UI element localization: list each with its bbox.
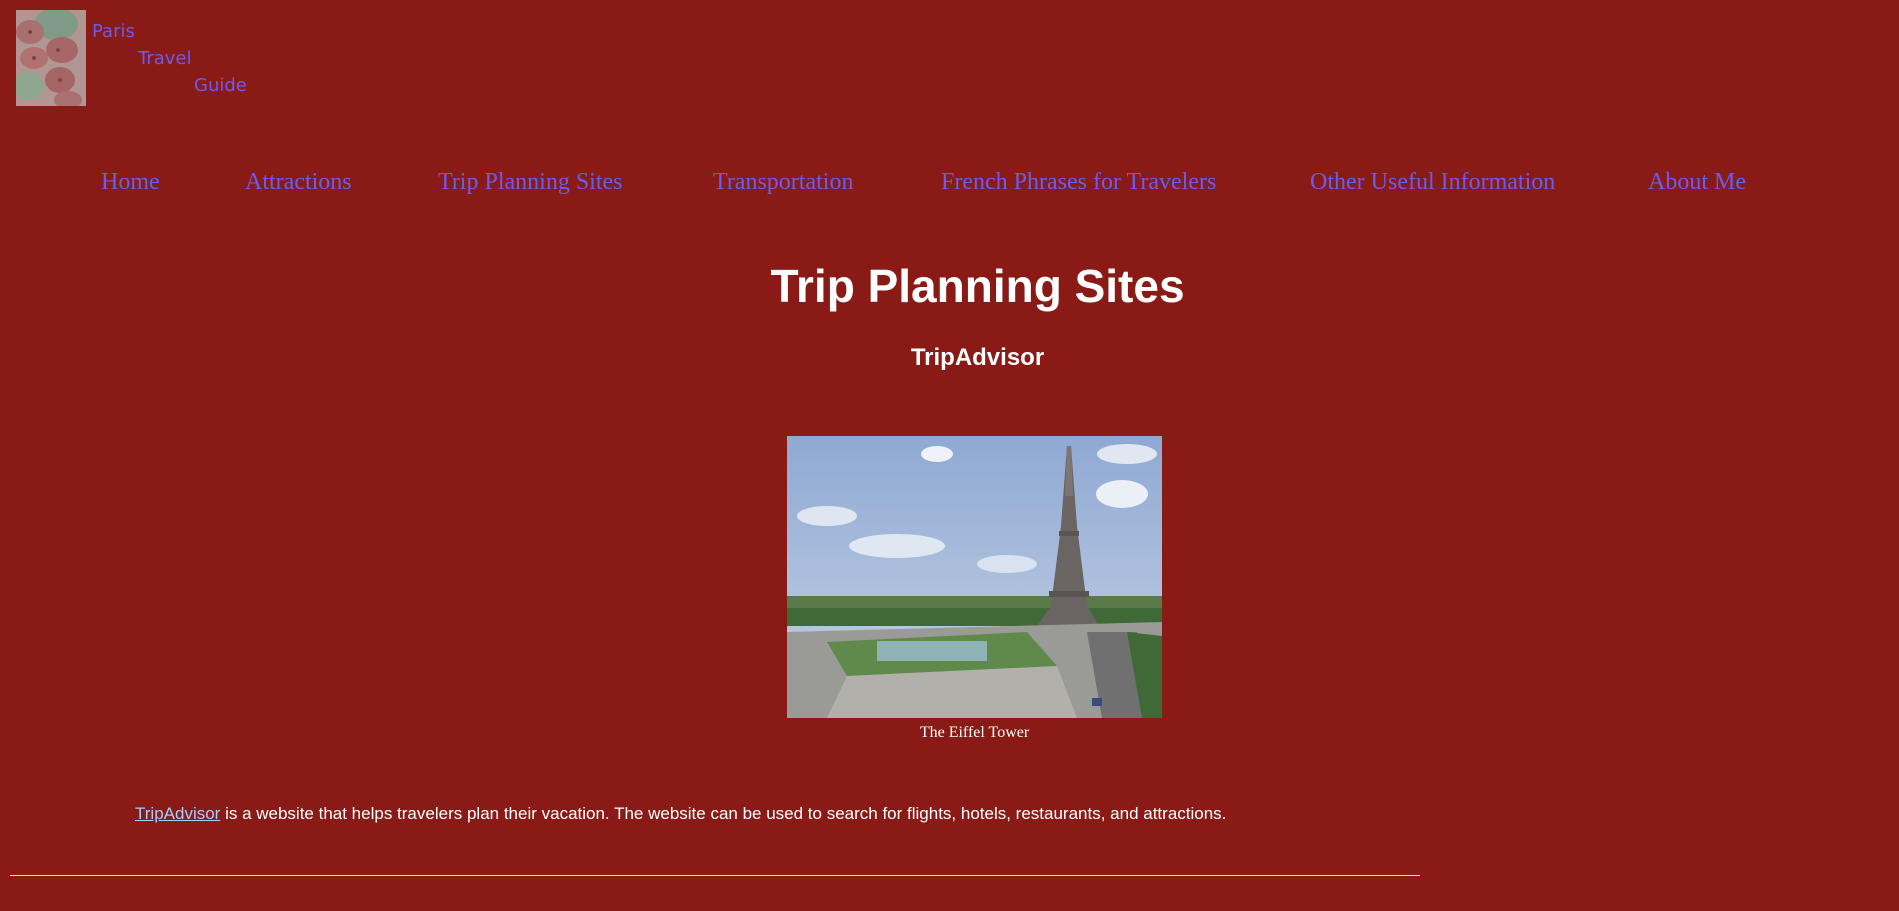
- nav-home[interactable]: Home: [101, 164, 160, 200]
- tripadvisor-description: TripAdvisor is a website that helps trav…: [135, 802, 1226, 826]
- nav-french-phrases[interactable]: French Phrases for Travelers: [941, 164, 1216, 200]
- nav-transportation[interactable]: Transportation: [713, 164, 853, 200]
- logo-line-2: Travel: [138, 48, 192, 69]
- logo-line-3: Guide: [194, 75, 247, 96]
- page-title: Trip Planning Sites: [770, 260, 1185, 312]
- logo-line-1: Paris: [92, 21, 135, 42]
- nav-other-useful-information[interactable]: Other Useful Information: [1310, 164, 1555, 200]
- nav-trip-planning-sites[interactable]: Trip Planning Sites: [438, 164, 623, 200]
- nav-about-me[interactable]: About Me: [1648, 164, 1746, 200]
- site-logo-text: Paris Travel Guide: [92, 18, 247, 99]
- logo-image: [16, 10, 86, 106]
- main-nav: Home Attractions Trip Planning Sites Tra…: [0, 164, 1899, 200]
- image-caption: The Eiffel Tower: [919, 724, 1030, 741]
- tripadvisor-link[interactable]: TripAdvisor: [135, 804, 220, 823]
- horizontal-divider: [10, 875, 1420, 876]
- section-title: TripAdvisor: [910, 344, 1045, 371]
- paragraph-text: is a website that helps travelers plan t…: [220, 804, 1227, 823]
- nav-attractions[interactable]: Attractions: [245, 164, 352, 200]
- eiffel-tower-photo: [787, 436, 1162, 718]
